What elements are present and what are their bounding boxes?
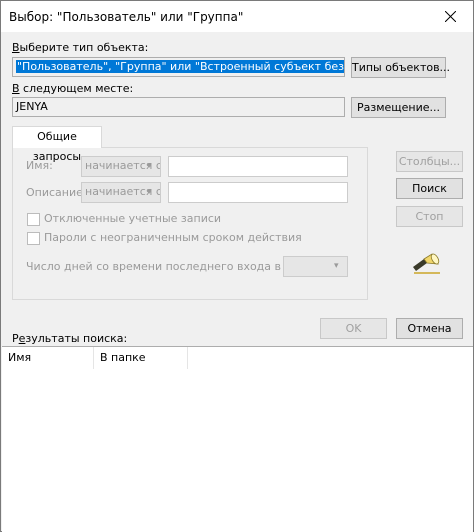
non-expiring-passwords-checkbox[interactable] — [27, 232, 40, 245]
column-header-folder[interactable]: В папке — [94, 347, 188, 369]
close-icon — [444, 11, 456, 22]
description-operator-select[interactable]: начинается с ▾ — [81, 182, 161, 203]
results-header: Имя В папке — [2, 347, 473, 369]
description-label: Описание: — [26, 186, 87, 199]
name-operator-select[interactable]: начинается с ▾ — [81, 156, 161, 177]
ok-button[interactable]: OK — [320, 318, 387, 339]
location-label: В следующем месте: — [12, 82, 134, 95]
non-expiring-passwords-label: Пароли с неограниченным сроком действия — [44, 231, 302, 244]
search-results-label: Результаты поиска: — [12, 332, 128, 345]
chevron-down-icon: ▾ — [334, 261, 339, 271]
disabled-accounts-checkbox[interactable] — [27, 213, 40, 226]
locations-button[interactable]: Размещение... — [351, 97, 446, 118]
object-type-value: "Пользователь", "Группа" или "Встроенный… — [16, 60, 344, 73]
chevron-down-icon: ▾ — [147, 161, 152, 171]
disabled-accounts-label: Отключенные учетные записи — [44, 212, 222, 225]
tab-common-queries[interactable]: Общие запросы — [12, 126, 102, 163]
flashlight-icon — [410, 251, 446, 277]
common-queries-panel: Имя: начинается с ▾ Описание: начинается… — [12, 147, 368, 300]
select-users-dialog: Выбор: "Пользователь" или "Группа" Выбер… — [0, 0, 474, 532]
object-type-label: Выберите тип объекта: — [12, 41, 149, 54]
window-title: Выбор: "Пользователь" или "Группа" — [9, 10, 244, 24]
name-input[interactable] — [168, 156, 348, 177]
close-button[interactable] — [427, 1, 473, 32]
column-header-name[interactable]: Имя — [2, 347, 94, 369]
stop-button[interactable]: Стоп — [396, 206, 463, 227]
cancel-button[interactable]: Отмена — [396, 318, 463, 339]
object-type-field: "Пользователь", "Группа" или "Встроенный… — [12, 57, 345, 77]
search-results-list[interactable]: Имя В папке — [2, 346, 473, 532]
description-input[interactable] — [168, 182, 348, 203]
location-field: JENYA — [12, 97, 345, 117]
object-types-button[interactable]: Типы объектов... — [351, 57, 450, 78]
days-since-login-select[interactable]: ▾ — [283, 256, 348, 277]
columns-button[interactable]: Столбцы... — [396, 151, 463, 172]
chevron-down-icon: ▾ — [147, 187, 152, 197]
title-bar: Выбор: "Пользователь" или "Группа" — [1, 1, 473, 32]
search-button[interactable]: Поиск — [396, 178, 463, 199]
